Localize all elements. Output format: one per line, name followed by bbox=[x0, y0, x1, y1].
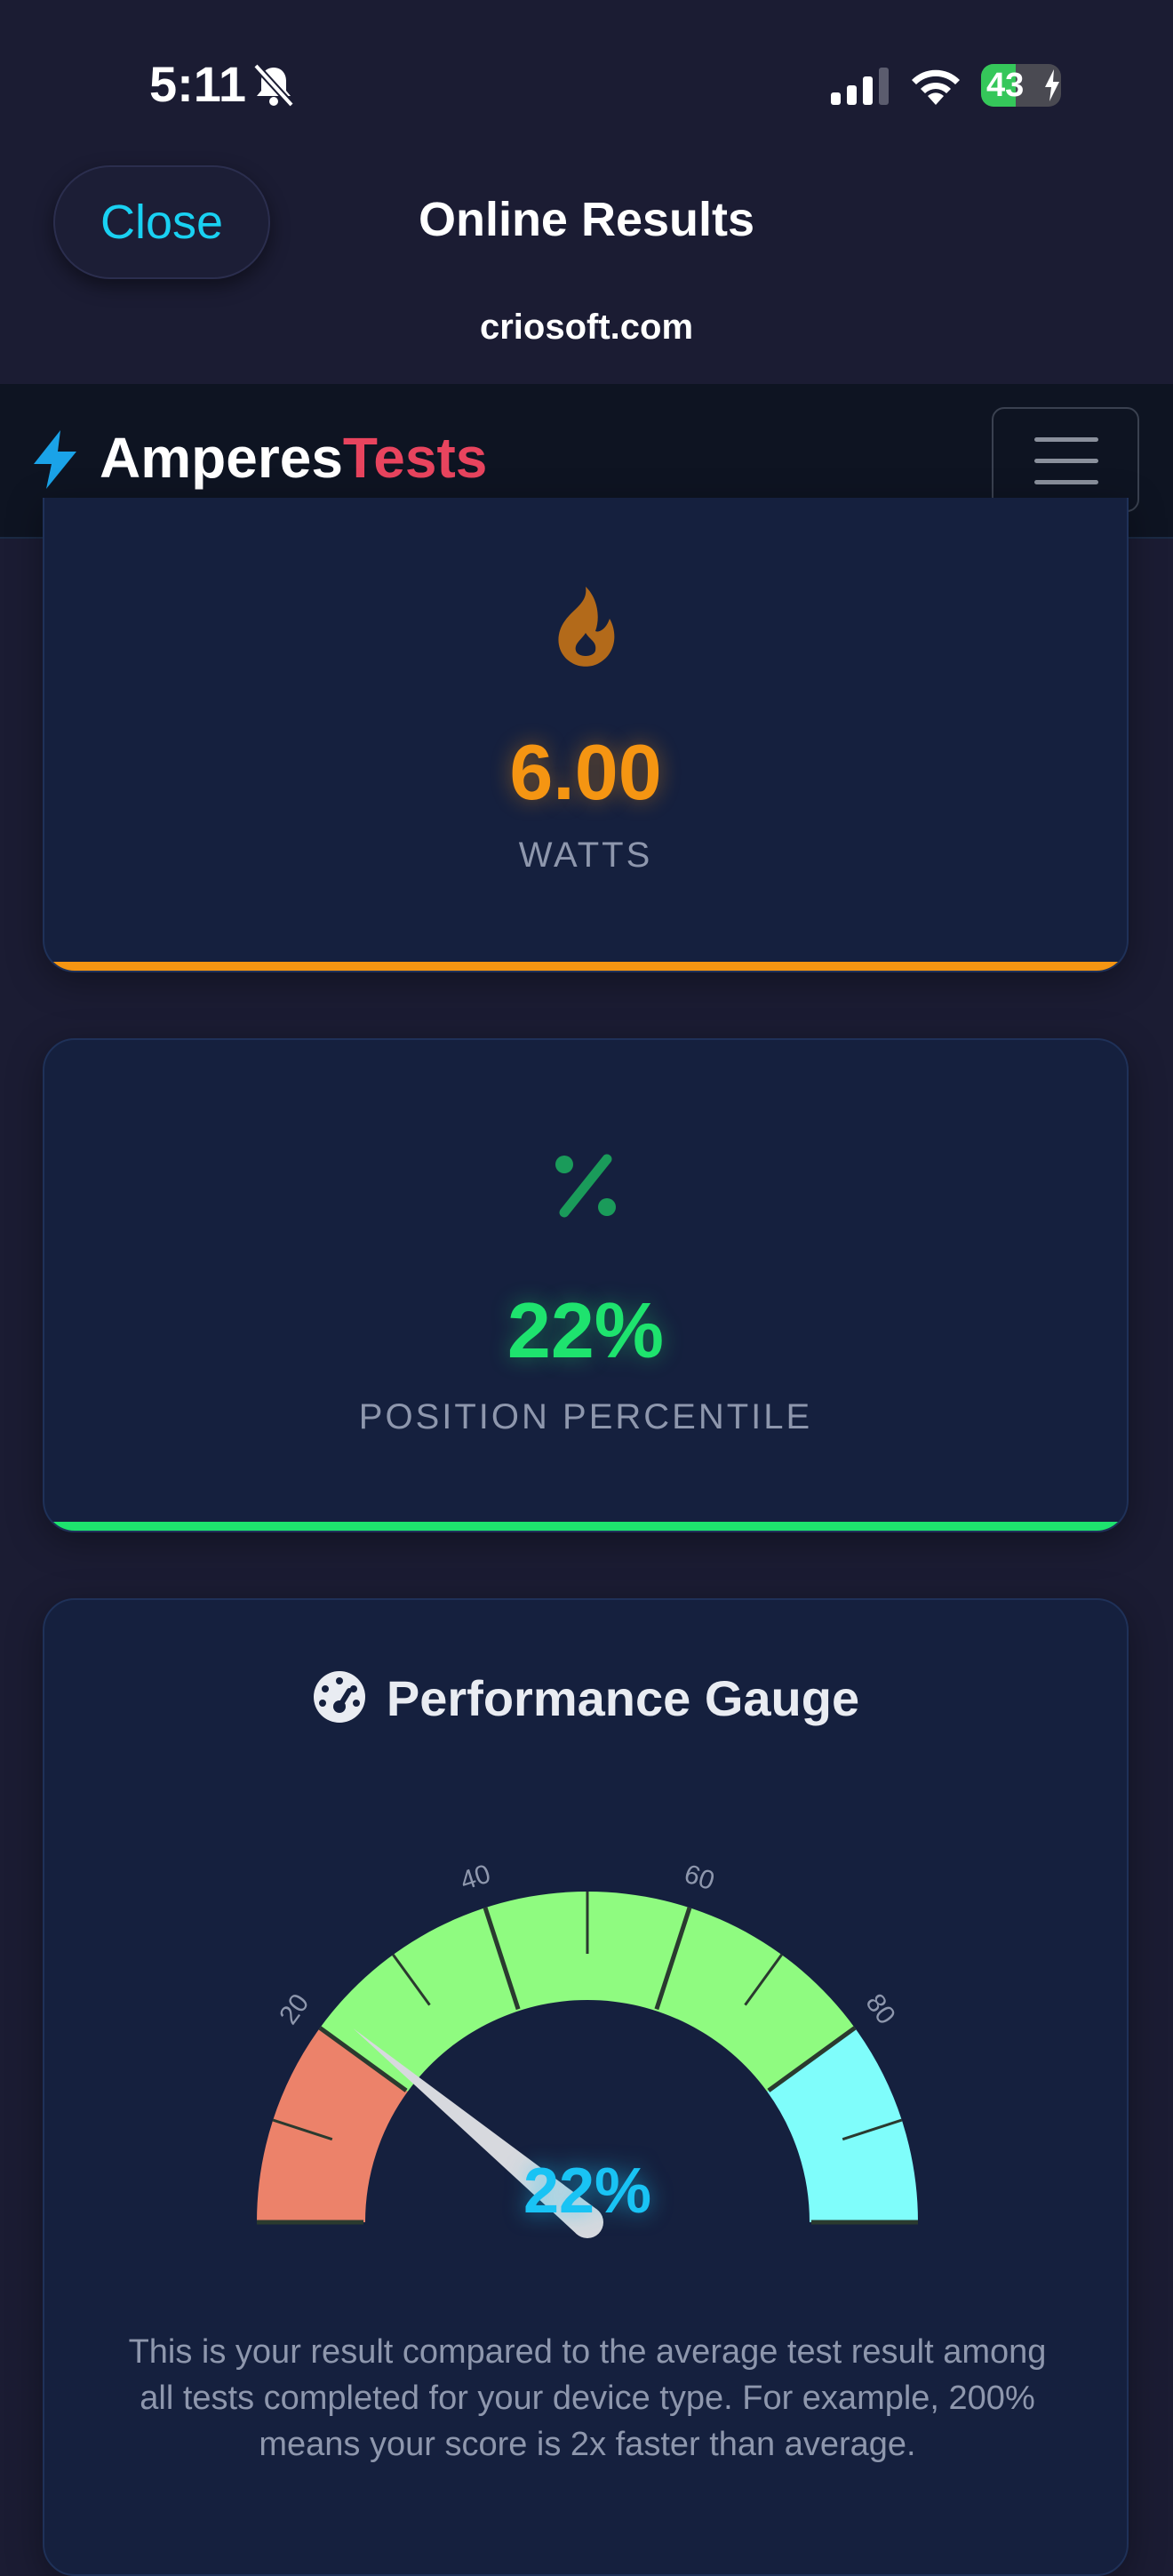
status-time: 5:11 bbox=[149, 56, 246, 112]
hamburger-menu-icon-line bbox=[1034, 459, 1098, 463]
percent-icon bbox=[555, 1154, 616, 1218]
gauge-tick-label-80: 80 bbox=[860, 1988, 901, 2029]
percentile-value: 22% bbox=[507, 1286, 665, 1374]
watts-accent-bar bbox=[44, 962, 1127, 971]
battery-indicator: 43 bbox=[981, 64, 1061, 107]
gauge-value-text: 22% bbox=[523, 2156, 651, 2227]
gauge-tick-label-60: 60 bbox=[681, 1860, 718, 1897]
gauge-tick-label-40: 40 bbox=[457, 1860, 494, 1897]
gauge-tick-label-20: 20 bbox=[274, 1988, 315, 2029]
percentile-label: POSITION PERCENTILE bbox=[358, 1397, 813, 1436]
battery-level: 43 bbox=[986, 67, 1025, 104]
watts-label: WATTS bbox=[518, 836, 653, 875]
status-bar: 5:11 43 bbox=[0, 0, 1173, 151]
sheet-title: Online Results bbox=[418, 193, 755, 246]
performance-gauge-card: Performance Gauge 20 40 60 80 22% This is yo… bbox=[43, 1598, 1129, 2576]
hamburger-menu-icon bbox=[1034, 437, 1098, 442]
hamburger-menu-icon-line bbox=[1034, 480, 1098, 484]
wifi-icon bbox=[912, 69, 960, 105]
bell-slash-icon bbox=[253, 63, 294, 108]
watts-value: 6.00 bbox=[509, 728, 662, 816]
percentile-accent-bar bbox=[44, 1522, 1127, 1531]
hamburger-menu-button[interactable] bbox=[992, 407, 1139, 512]
site-logo[interactable]: AmperesTests bbox=[100, 425, 487, 491]
brand-part2: Tests bbox=[342, 426, 488, 490]
fire-icon bbox=[558, 587, 615, 667]
bolt-icon bbox=[34, 430, 76, 489]
signal-icon bbox=[831, 68, 889, 105]
brand-part1: Amperes bbox=[100, 426, 343, 490]
charging-bolt-icon bbox=[1045, 69, 1059, 101]
percentile-card: 22% POSITION PERCENTILE bbox=[43, 1038, 1129, 1532]
gauge-description: This is your result compared to the aver… bbox=[128, 2333, 1047, 2463]
watts-card: 6.00 WATTS bbox=[43, 498, 1129, 972]
sheet-domain: criosoft.com bbox=[479, 308, 694, 347]
